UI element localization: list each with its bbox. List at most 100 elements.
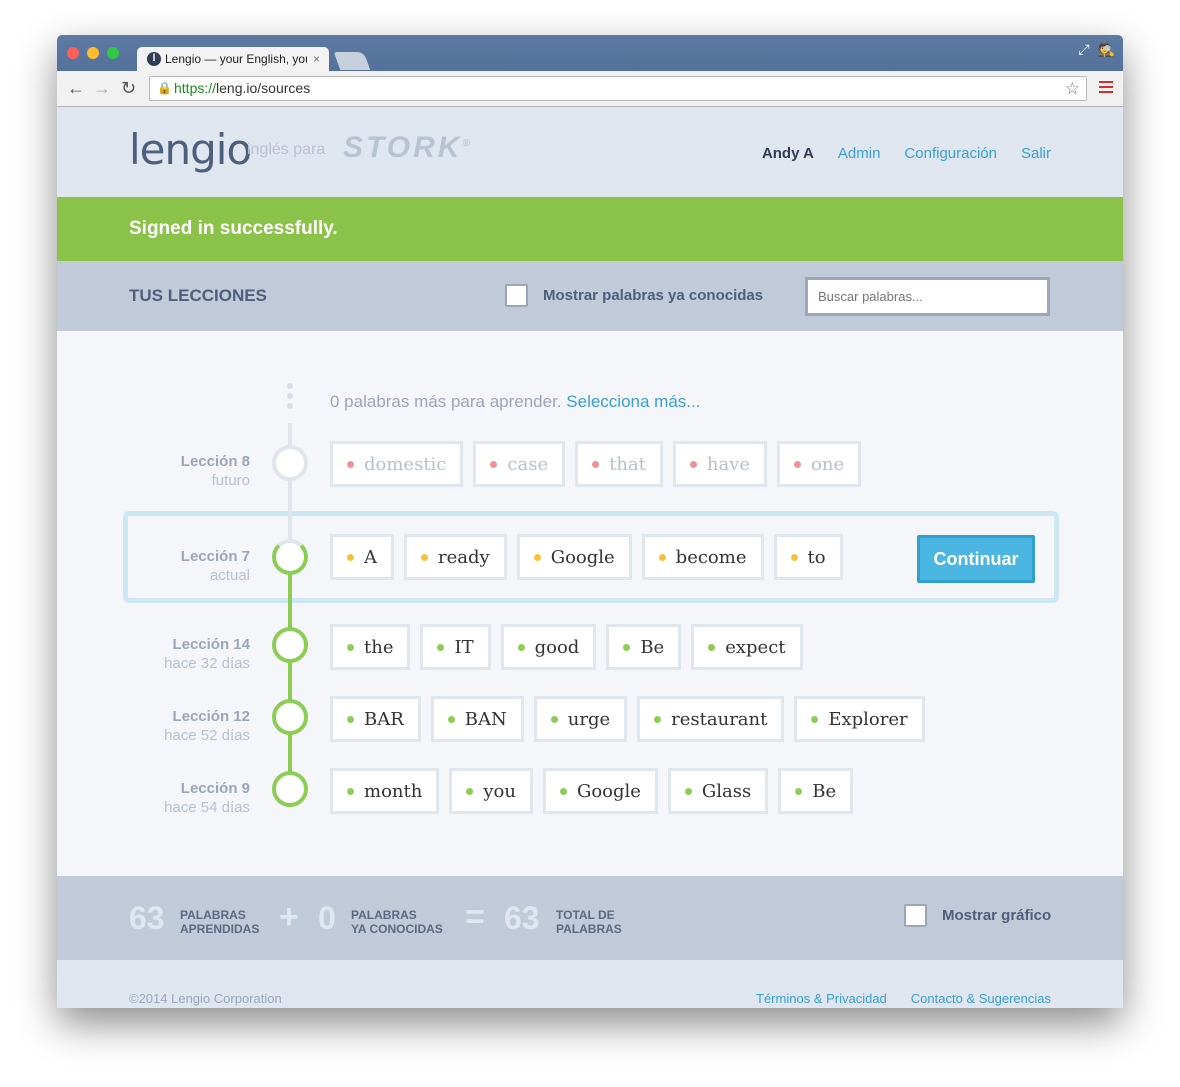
browser-menu-icon[interactable] — [1099, 81, 1113, 96]
more-words-count: 0 palabras más para aprender. — [330, 392, 562, 411]
total-label-line-1: TOTAL DE — [556, 908, 615, 922]
word-dot-icon — [347, 715, 354, 723]
word-text: you — [483, 780, 516, 802]
window-controls — [67, 47, 119, 59]
reload-icon[interactable]: ↻ — [121, 78, 136, 99]
top-nav: Andy A Admin Configuración Salir — [762, 145, 1051, 162]
terms-link[interactable]: Términos & Privacidad — [756, 991, 887, 1006]
word-text: good — [534, 636, 580, 658]
incognito-icon: 🕵 — [1097, 41, 1115, 57]
word-chip[interactable]: become — [641, 534, 764, 580]
plus-sign: + — [279, 898, 299, 936]
browser-chrome: l Lengio — your English, you × ⤢ 🕵 ← → ↻… — [57, 35, 1123, 107]
word-chip[interactable]: one — [777, 441, 862, 487]
forward-arrow-icon[interactable]: → — [93, 78, 111, 99]
total-label-line-2: PALABRAS — [556, 922, 622, 936]
address-bar[interactable]: 🔒 https://leng.io/sources ☆ — [149, 76, 1087, 101]
browser-window: l Lengio — your English, you × ⤢ 🕵 ← → ↻… — [57, 35, 1123, 1008]
close-window-button[interactable] — [67, 47, 79, 59]
word-dot-icon — [654, 715, 662, 723]
word-chip[interactable]: you — [449, 768, 533, 814]
word-chip[interactable]: that — [575, 441, 663, 487]
word-dot-icon — [490, 460, 498, 468]
word-dot-icon — [347, 553, 354, 561]
nav-logout-link[interactable]: Salir — [1021, 145, 1051, 162]
word-chip[interactable]: ready — [404, 534, 507, 580]
word-chip[interactable]: month — [330, 768, 440, 814]
zoom-window-button[interactable] — [107, 47, 119, 59]
lesson-7-words: A ready Google become to — [330, 534, 843, 580]
word-search-input[interactable] — [805, 277, 1050, 316]
word-chip[interactable]: Be — [606, 624, 682, 670]
url-path: leng.io/sources — [216, 80, 311, 96]
bookmark-star-icon[interactable]: ☆ — [1065, 77, 1080, 100]
fullscreen-icon[interactable]: ⤢ — [1078, 41, 1089, 58]
word-chip[interactable]: Explorer — [794, 696, 925, 742]
nav-admin-link[interactable]: Admin — [838, 145, 881, 162]
word-dot-icon — [533, 553, 541, 561]
word-chip[interactable]: BAN — [430, 696, 524, 742]
lesson-name: Lección 14 — [172, 636, 250, 653]
new-tab-button[interactable] — [333, 52, 371, 70]
back-arrow-icon[interactable]: ← — [67, 78, 85, 99]
user-name[interactable]: Andy A — [762, 145, 814, 162]
word-dot-icon — [790, 553, 798, 561]
lengio-logo[interactable]: lengio — [129, 125, 252, 174]
lesson-14-words: the IT good Be expect — [330, 624, 803, 670]
word-chip[interactable]: IT — [420, 624, 491, 670]
word-text: Glass — [701, 780, 752, 802]
show-known-words-checkbox[interactable] — [505, 284, 528, 307]
learned-count: 63 — [129, 900, 165, 936]
continue-button[interactable]: Continuar — [917, 535, 1035, 583]
page: lengio inglés para STORK® Andy A Admin C… — [57, 107, 1123, 1008]
browser-tab[interactable]: l Lengio — your English, you × — [137, 47, 329, 71]
word-chip[interactable]: Google — [542, 768, 658, 814]
word-chip[interactable]: restaurant — [637, 696, 785, 742]
word-chip[interactable]: BAR — [330, 696, 421, 742]
lesson-7-node — [272, 539, 308, 575]
nav-settings-link[interactable]: Configuración — [904, 145, 997, 162]
word-text: IT — [454, 636, 474, 658]
lock-icon: 🔒 — [157, 81, 172, 95]
word-chip[interactable]: have — [672, 441, 768, 487]
word-dot-icon — [794, 460, 802, 468]
word-chip[interactable]: Glass — [667, 768, 769, 814]
word-chip[interactable]: A — [330, 534, 394, 580]
word-chip[interactable]: case — [473, 441, 566, 487]
word-text: to — [807, 546, 826, 568]
word-chip[interactable]: urge — [533, 696, 628, 742]
word-text: BAN — [464, 708, 507, 730]
show-known-words-label[interactable]: Mostrar palabras ya conocidas — [543, 287, 763, 304]
word-dot-icon — [811, 715, 819, 723]
word-dot-icon — [447, 715, 455, 723]
minimize-window-button[interactable] — [87, 47, 99, 59]
word-chip[interactable]: the — [330, 624, 411, 670]
show-chart-label[interactable]: Mostrar gráfico — [942, 907, 1051, 924]
lesson-9-label: Lección 9 hace 54 días — [164, 780, 250, 816]
word-chip[interactable]: Google — [516, 534, 632, 580]
select-more-link[interactable]: Selecciona más... — [566, 392, 700, 411]
word-chip[interactable]: to — [773, 534, 843, 580]
word-chip[interactable]: domestic — [330, 441, 464, 487]
lesson-12-node — [272, 699, 308, 735]
lesson-status: hace 54 días — [164, 799, 250, 816]
word-text: expect — [725, 636, 786, 658]
word-chip[interactable]: good — [500, 624, 597, 670]
lesson-status: futuro — [211, 472, 250, 489]
word-text: domestic — [364, 453, 447, 475]
known-label-line-2: YA CONOCIDAS — [351, 922, 443, 936]
word-text: ready — [438, 546, 490, 568]
tab-close-icon[interactable]: × — [313, 52, 320, 66]
word-chip[interactable]: Be — [778, 768, 854, 814]
lesson-8-label: Lección 8 futuro — [181, 453, 250, 489]
contact-link[interactable]: Contacto & Sugerencias — [911, 991, 1051, 1006]
word-chip[interactable]: expect — [691, 624, 803, 670]
lesson-name: Lección 9 — [180, 780, 250, 797]
show-chart-checkbox[interactable] — [904, 904, 927, 927]
known-label-line-1: PALABRAS — [351, 908, 417, 922]
registered-mark-icon: ® — [462, 138, 473, 149]
word-dot-icon — [708, 643, 716, 651]
learned-label-line-2: APRENDIDAS — [180, 922, 260, 936]
timeline-line-done — [288, 559, 292, 789]
equals-sign: = — [465, 898, 485, 936]
